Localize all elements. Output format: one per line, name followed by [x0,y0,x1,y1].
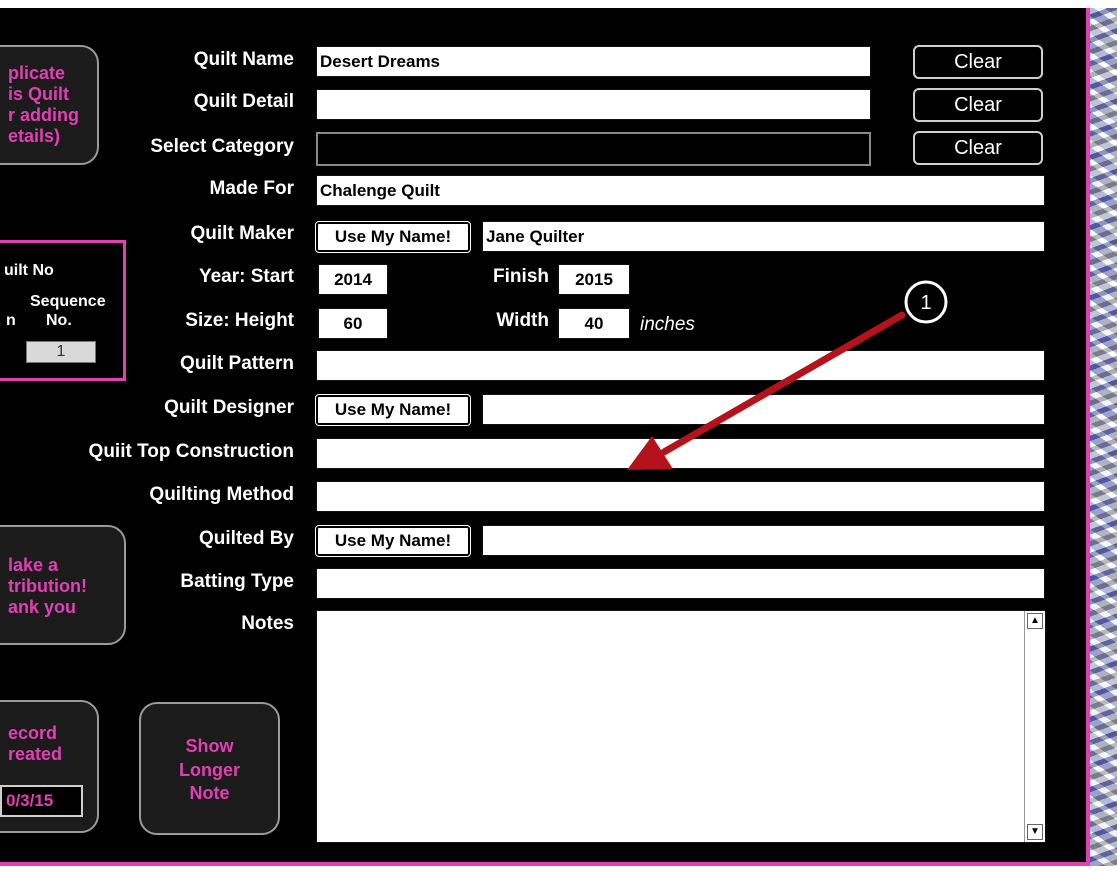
annotation-arrow-shaft [660,311,906,456]
quilt-form-window: plicate is Quilt r adding etails) uilt N… [0,0,1117,871]
step-1-number: 1 [920,292,931,314]
tutorial-annotation: 1 [627,280,948,470]
